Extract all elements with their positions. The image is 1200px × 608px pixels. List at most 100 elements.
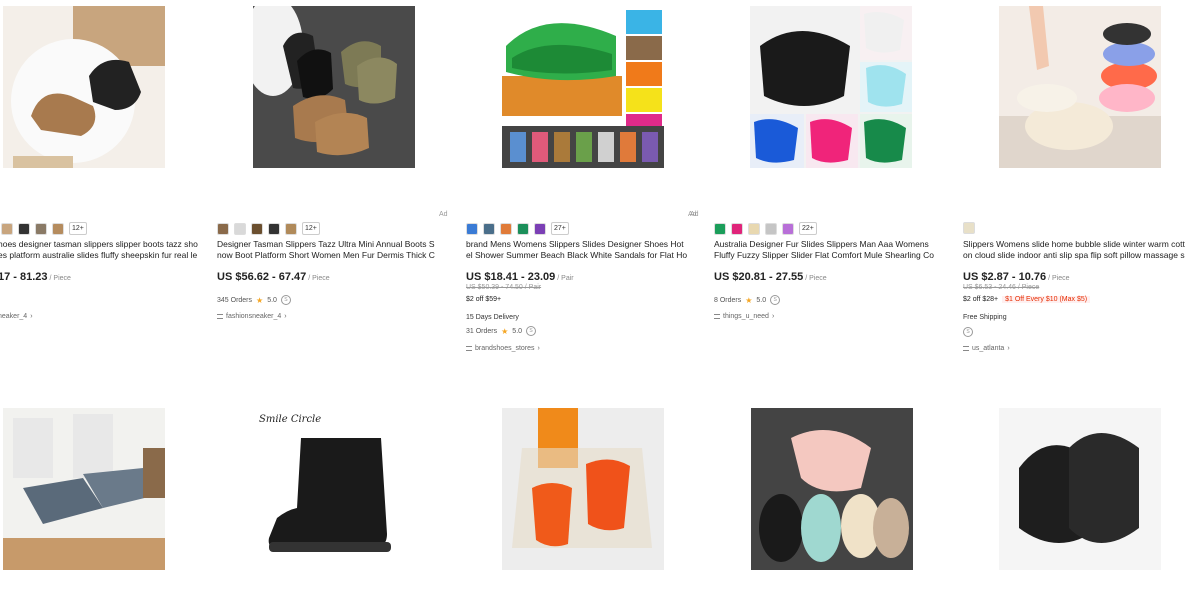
original-price: US $6.53 - 24.46 / Piece [963, 284, 1040, 291]
store-link[interactable]: brandshoes_stores › [466, 345, 540, 352]
fur-slides-image[interactable] [750, 6, 912, 168]
store-name[interactable]: brandshoes_stores [475, 345, 535, 352]
price-value: US $20.81 - 27.55 [714, 271, 804, 283]
color-swatch[interactable] [35, 222, 47, 235]
color-swatch[interactable] [500, 222, 512, 235]
fur-boots-image[interactable] [253, 6, 415, 168]
chair-cushion-image[interactable] [3, 408, 165, 570]
original-price: US $50.39 - 74.50 / Pair [466, 284, 542, 291]
store-link[interactable]: things_u_need › [714, 313, 774, 320]
product-grid: 12+ hoes designer tasman slippers slippe… [0, 0, 1200, 598]
color-swatch[interactable] [765, 222, 777, 235]
ad-label: Ad [690, 211, 699, 218]
star-icon: ★ [501, 326, 509, 336]
store-icon [963, 346, 969, 351]
seller-badge-icon: S [770, 295, 781, 305]
color-swatches: 12+ [217, 222, 320, 235]
chevron-right-icon: › [1007, 345, 1010, 352]
product-card[interactable]: Ad 22+ Australia Designer Fur Slides Sli… [690, 6, 944, 396]
promo-tag: $1 Off Every $10 (Max $5) [1002, 296, 1091, 303]
platform-boots-image[interactable] [3, 6, 165, 168]
color-swatch[interactable] [782, 222, 794, 235]
more-colors-badge[interactable]: 12+ [302, 222, 320, 235]
promo-label: $2 off $28+ [963, 296, 999, 303]
color-swatch[interactable] [748, 222, 760, 235]
product-price: US $20.81 - 27.55/ Piece [714, 271, 827, 283]
product-title[interactable]: Designer Tasman Slippers Tazz Ultra Mini… [217, 239, 439, 261]
store-name[interactable]: neaker_4 [0, 313, 27, 320]
more-colors-badge[interactable]: 27+ [551, 222, 569, 235]
price-value: US $18.41 - 23.09 [466, 271, 556, 283]
star-icon: ★ [745, 295, 753, 305]
color-swatch[interactable] [517, 222, 529, 235]
price-unit: / Piece [805, 275, 827, 282]
product-card[interactable] [999, 408, 1200, 608]
brand-caption: Smile Circle [259, 414, 321, 425]
product-title[interactable]: brand Mens Womens Slippers Slides Design… [466, 239, 688, 261]
color-swatch[interactable] [714, 222, 726, 235]
product-card[interactable] [751, 408, 981, 608]
more-colors-badge[interactable]: 22+ [799, 222, 817, 235]
seller-badge-icon: S [963, 327, 973, 337]
ad-label: Ad [439, 211, 448, 218]
promo-label: $2 off $59+ [466, 296, 502, 303]
product-card[interactable] [502, 408, 732, 608]
product-title[interactable]: hoes designer tasman slippers slipper bo… [0, 239, 200, 261]
color-swatch[interactable] [731, 222, 743, 235]
price-value: 17 - 81.23 [0, 271, 48, 283]
color-swatch[interactable] [268, 222, 280, 235]
price-value: US $56.62 - 67.47 [217, 271, 307, 283]
color-swatch[interactable] [52, 222, 64, 235]
product-title[interactable]: Australia Designer Fur Slides Slippers M… [714, 239, 936, 261]
store-name[interactable]: things_u_need [723, 313, 769, 320]
product-price: US $2.87 - 10.76/ Piece [963, 271, 1070, 283]
product-card[interactable] [3, 408, 233, 608]
product-price: US $56.62 - 67.47/ Piece [217, 271, 330, 283]
shipping-text: Free Shipping [963, 314, 1007, 321]
chevron-right-icon: › [30, 313, 33, 320]
product-card[interactable]: Ad 12+ Designer Tasman Slippers Tazz Ult… [217, 6, 448, 396]
store-name[interactable]: fashionsneaker_4 [226, 313, 281, 320]
color-swatch[interactable] [234, 222, 246, 235]
color-swatch[interactable] [466, 222, 478, 235]
color-swatches: 27+ [466, 222, 569, 235]
price-unit: / Pair [557, 275, 574, 282]
product-card[interactable]: Smile Circle [253, 408, 483, 608]
color-swatch[interactable] [534, 222, 546, 235]
color-swatch[interactable] [963, 222, 975, 234]
rating-value: 5.0 [512, 327, 523, 335]
plush-slippers-image[interactable] [751, 408, 913, 570]
product-title[interactable]: Slippers Womens slide home bubble slide … [963, 239, 1185, 261]
orders-rating: S [963, 327, 973, 337]
orders-rating: 31 Orders ★ 5.0 S [466, 326, 537, 336]
color-swatch[interactable] [18, 222, 30, 235]
seller-badge-icon: S [526, 326, 537, 336]
slides-image[interactable] [502, 6, 664, 168]
black-slide-image[interactable] [999, 408, 1161, 570]
black-boot-image[interactable]: Smile Circle [253, 408, 415, 570]
price-unit: / Piece [308, 275, 330, 282]
product-card[interactable]: Ad 27+ brand Mens Womens Slippers Slides… [466, 6, 697, 396]
color-swatch[interactable] [1, 222, 13, 235]
store-icon [714, 314, 720, 319]
more-colors-badge[interactable]: 12+ [69, 222, 87, 235]
color-swatches: 22+ [714, 222, 817, 235]
color-swatch[interactable] [251, 222, 263, 235]
chevron-right-icon: › [771, 313, 775, 320]
product-price: 17 - 81.23/ Piece [0, 271, 71, 283]
store-link[interactable]: us_atlanta › [963, 345, 1010, 352]
orders-count: 8 Orders [714, 296, 742, 304]
price-unit: / Piece [1048, 275, 1070, 282]
store-link[interactable]: neaker_4 › [0, 313, 33, 320]
store-name[interactable]: us_atlanta [972, 345, 1004, 352]
product-card[interactable]: Slippers Womens slide home bubble slide … [963, 6, 1193, 396]
store-link[interactable]: fashionsneaker_4 › [217, 313, 287, 320]
color-swatch[interactable] [483, 222, 495, 235]
bubble-slides-image[interactable] [999, 6, 1161, 168]
color-swatch[interactable] [217, 222, 229, 235]
product-card[interactable]: 12+ hoes designer tasman slippers slippe… [0, 6, 228, 396]
color-swatch[interactable] [285, 222, 297, 235]
rating-value: 5.0 [756, 296, 767, 304]
orange-sandals-image[interactable] [502, 408, 664, 570]
store-icon [217, 314, 223, 319]
